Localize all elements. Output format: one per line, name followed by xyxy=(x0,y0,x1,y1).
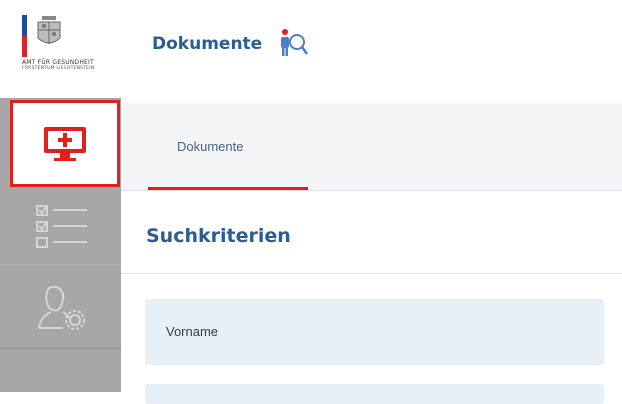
sidebar: AMT FÜR GESUNDHEIT FÜRSTENTUM LIECHTENST… xyxy=(0,0,121,392)
tab-bar: Dokumente xyxy=(121,103,622,191)
nav-item-checklist[interactable] xyxy=(0,188,121,264)
app-root: AMT FÜR GESUNDHEIT FÜRSTENTUM LIECHTENST… xyxy=(0,0,622,404)
checklist-icon xyxy=(35,205,87,248)
logo: AMT FÜR GESUNDHEIT FÜRSTENTUM LIECHTENST… xyxy=(0,0,121,98)
nav-item-user-settings[interactable] xyxy=(0,264,121,349)
tab-dokumente[interactable]: Dokumente xyxy=(148,103,308,190)
monitor-plus-icon xyxy=(44,126,86,161)
section-title: Suchkriterien xyxy=(146,225,291,247)
nav-item-documents[interactable] xyxy=(10,100,120,187)
flag-stripes xyxy=(22,15,27,57)
logo-text-line2: FÜRSTENTUM LIECHTENSTEIN xyxy=(22,66,95,71)
nav-divider xyxy=(0,348,121,349)
coat-of-arms-icon xyxy=(37,16,61,44)
vorname-field[interactable]: Vorname xyxy=(145,299,604,365)
user-settings-icon xyxy=(37,285,85,330)
vorname-label: Vorname xyxy=(166,324,219,339)
next-field[interactable] xyxy=(145,384,604,404)
person-search-icon xyxy=(281,29,309,56)
section-divider xyxy=(121,273,622,274)
tab-label: Dokumente xyxy=(177,139,244,154)
logo-text-line1: AMT FÜR GESUNDHEIT xyxy=(22,59,94,66)
tab-active-indicator xyxy=(148,187,308,190)
page-title: Dokumente xyxy=(152,34,263,54)
